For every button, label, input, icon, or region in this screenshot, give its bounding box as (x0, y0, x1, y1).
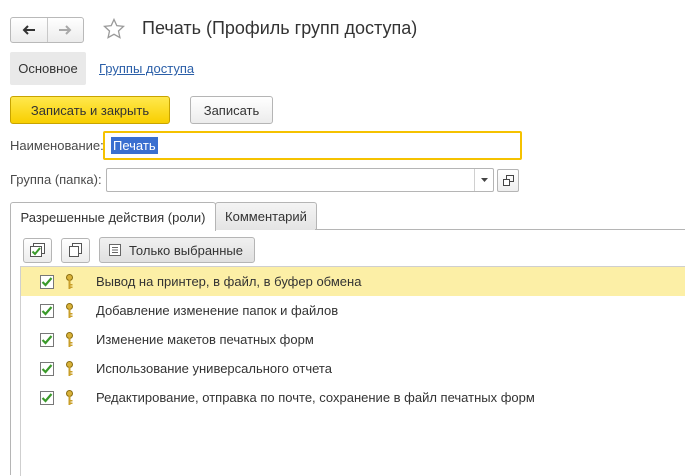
role-row[interactable]: Использование универсального отчета (21, 354, 685, 383)
back-button[interactable] (11, 18, 47, 42)
save-button[interactable]: Записать (190, 96, 273, 124)
group-open-button[interactable] (497, 169, 519, 192)
checkbox-checked-icon[interactable] (40, 391, 54, 405)
arrow-right-icon (59, 25, 72, 35)
group-label: Группа (папка): (10, 172, 102, 187)
forward-button[interactable] (46, 18, 84, 42)
arrow-left-icon (22, 25, 35, 35)
role-label: Изменение макетов печатных форм (96, 332, 314, 347)
page-title: Печать (Профиль групп доступа) (142, 18, 418, 38)
key-icon (66, 390, 73, 405)
key-icon (66, 361, 73, 376)
role-label: Редактирование, отправка по почте, сохра… (96, 390, 535, 405)
group-dropdown-button[interactable] (474, 169, 493, 191)
copy-icon (69, 243, 82, 257)
roles-list: Вывод на принтер, в файл, в буфер обмена… (20, 266, 685, 476)
check-all-button[interactable] (23, 238, 52, 263)
check-all-icon (30, 243, 45, 257)
save-and-close-button[interactable]: Записать и закрыть (10, 96, 170, 124)
checkbox-checked-icon[interactable] (40, 275, 54, 289)
navigation-buttons (10, 17, 84, 43)
list-icon (109, 244, 121, 256)
role-row[interactable]: Добавление изменение папок и файлов (21, 296, 685, 325)
chevron-down-icon (480, 178, 488, 182)
section-main[interactable]: Основное (10, 52, 86, 85)
checkbox-checked-icon[interactable] (40, 333, 54, 347)
tab-comment[interactable]: Комментарий (215, 202, 317, 230)
only-selected-label: Только выбранные (129, 242, 243, 258)
role-row[interactable]: Редактирование, отправка по почте, сохра… (21, 383, 685, 412)
open-window-icon (502, 175, 514, 186)
role-row[interactable]: Вывод на принтер, в файл, в буфер обмена (21, 267, 685, 296)
name-value: Печать (111, 137, 158, 154)
role-label: Вывод на принтер, в файл, в буфер обмена (96, 274, 362, 289)
role-label: Добавление изменение папок и файлов (96, 303, 339, 318)
copy-button[interactable] (61, 238, 90, 263)
star-icon[interactable] (102, 17, 126, 41)
role-label: Использование универсального отчета (96, 361, 332, 376)
only-selected-toggle[interactable]: Только выбранные (99, 237, 255, 263)
role-row[interactable]: Изменение макетов печатных форм (21, 325, 685, 354)
checkbox-checked-icon[interactable] (40, 304, 54, 318)
key-icon (66, 303, 73, 318)
name-input[interactable]: Печать (103, 131, 522, 160)
tab-allowed-actions[interactable]: Разрешенные действия (роли) (10, 202, 216, 231)
name-label: Наименование: (10, 138, 104, 153)
checkbox-checked-icon[interactable] (40, 362, 54, 376)
key-icon (66, 274, 73, 289)
key-icon (66, 332, 73, 347)
section-access-groups-link[interactable]: Группы доступа (99, 61, 194, 76)
group-input[interactable] (106, 168, 494, 192)
